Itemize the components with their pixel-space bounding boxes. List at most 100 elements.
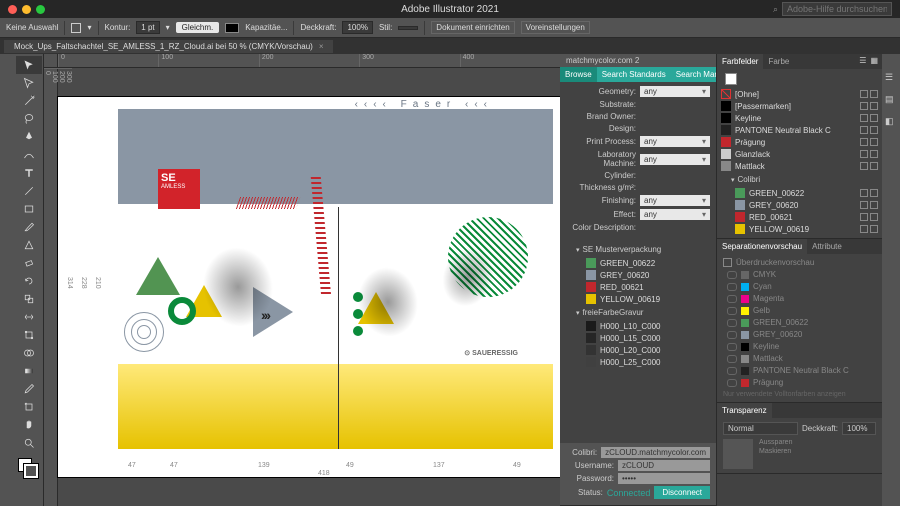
disconnect-button[interactable]: Disconnect	[654, 486, 710, 499]
overprint-checkbox-row[interactable]: Überdruckenvorschau	[723, 258, 876, 267]
visibility-toggle-icon[interactable]	[727, 307, 737, 315]
swatch-row[interactable]: Mattlack	[721, 161, 878, 171]
type-tool[interactable]	[16, 164, 42, 182]
swatch-row[interactable]: YELLOW_00619	[586, 294, 710, 304]
visibility-toggle-icon[interactable]	[727, 367, 737, 375]
swatch-row[interactable]: GREEN_00622	[586, 258, 710, 268]
width-tool[interactable]	[16, 308, 42, 326]
swatch-row[interactable]: GREEN_00622	[735, 188, 878, 198]
mmc-tab-browse[interactable]: Browse	[560, 67, 597, 82]
visibility-toggle-icon[interactable]	[727, 343, 737, 351]
tab-attribute[interactable]: Attribute	[807, 239, 847, 254]
visibility-toggle-icon[interactable]	[727, 319, 737, 327]
visibility-toggle-icon[interactable]	[727, 379, 737, 387]
rectangle-tool[interactable]	[16, 200, 42, 218]
swatch-row[interactable]: RED_00621	[586, 282, 710, 292]
artboard-tool[interactable]	[16, 398, 42, 416]
kapazitaet-swatch[interactable]	[225, 23, 239, 33]
opacity-input[interactable]: 100%	[342, 21, 372, 34]
separation-row[interactable]: Magenta	[727, 294, 872, 303]
preferences-button[interactable]: Voreinstellungen	[521, 21, 590, 34]
checkbox-icon[interactable]	[723, 258, 732, 267]
visibility-toggle-icon[interactable]	[727, 295, 737, 303]
aussparen-checkbox[interactable]: Aussparen	[759, 439, 792, 446]
farb-group-header[interactable]: Colibri	[721, 173, 878, 186]
swatch-row[interactable]: H000_L10_C000	[586, 321, 710, 331]
visibility-toggle-icon[interactable]	[727, 283, 737, 291]
swatch-row[interactable]: H000_L25_C000	[586, 357, 710, 367]
close-window-button[interactable]	[8, 5, 17, 14]
rotate-tool[interactable]	[16, 272, 42, 290]
direct-selection-tool[interactable]	[16, 74, 42, 92]
minimize-window-button[interactable]	[22, 5, 31, 14]
grid-view-icon[interactable]: ▦	[870, 56, 878, 67]
swatch-row[interactable]: GREY_00620	[735, 200, 878, 210]
style-select[interactable]	[398, 26, 418, 30]
tab-farbe[interactable]: Farbe	[763, 54, 794, 69]
close-tab-icon[interactable]: ×	[319, 42, 324, 51]
paintbrush-tool[interactable]	[16, 218, 42, 236]
separation-row[interactable]: CMYK	[727, 270, 872, 279]
mmc-select[interactable]: any▾	[640, 195, 710, 206]
properties-icon[interactable]: ☰	[885, 72, 897, 84]
swatch-row[interactable]: PANTONE Neutral Black C	[721, 125, 878, 135]
swatch-row[interactable]: [Ohne]	[721, 89, 878, 99]
separation-row[interactable]: Mattlack	[727, 354, 872, 363]
swatch-row[interactable]: H000_L20_C000	[586, 345, 710, 355]
chevron-down-icon[interactable]: ▾	[166, 23, 170, 32]
mmc-select[interactable]: any▾	[640, 86, 710, 97]
swatch-row[interactable]: RED_00621	[735, 212, 878, 222]
shaper-tool[interactable]	[16, 236, 42, 254]
gradient-tool[interactable]	[16, 362, 42, 380]
mini-swatch[interactable]	[725, 73, 737, 85]
zoom-tool[interactable]	[16, 434, 42, 452]
separation-row[interactable]: Gelb	[727, 306, 872, 315]
mmc-select[interactable]: any▾	[640, 136, 710, 147]
hand-tool[interactable]	[16, 416, 42, 434]
eyedropper-tool[interactable]	[16, 380, 42, 398]
document-tab[interactable]: Mock_Ups_Faltschachtel_SE_AMLESS_1_RZ_Cl…	[4, 40, 333, 53]
separation-row[interactable]: GREEN_00622	[727, 318, 872, 327]
stroke-swatch[interactable]	[24, 464, 38, 478]
tab-separationen[interactable]: Separationenvorschau	[717, 239, 807, 254]
swatch-row[interactable]: H000_L15_C000	[586, 333, 710, 343]
separation-row[interactable]: Cyan	[727, 282, 872, 291]
square-icon[interactable]	[71, 23, 81, 33]
tab-farbfelder[interactable]: Farbfelder	[717, 54, 763, 69]
maximize-window-button[interactable]	[36, 5, 45, 14]
list-view-icon[interactable]: ☰	[859, 56, 866, 67]
login-pass-value[interactable]: •••••	[618, 473, 710, 484]
login-colibri-value[interactable]: zCLOUD.matchmycolor.com	[601, 447, 710, 458]
login-user-value[interactable]: zCLOUD	[618, 460, 710, 471]
libraries-icon[interactable]: ▤	[885, 94, 897, 106]
magic-wand-tool[interactable]	[16, 92, 42, 110]
swatch-group-header[interactable]: SE Musterverpackung	[566, 243, 710, 256]
separation-row[interactable]: PANTONE Neutral Black C	[727, 366, 872, 375]
selection-tool[interactable]	[16, 56, 42, 74]
swatch-row[interactable]: Prägung	[721, 137, 878, 147]
doc-setup-button[interactable]: Dokument einrichten	[431, 21, 514, 34]
swatch-row[interactable]: YELLOW_00619	[735, 224, 878, 234]
tab-transparenz[interactable]: Transparenz	[717, 403, 772, 418]
artboard-viewport[interactable]: ‹‹‹‹ Faser ‹‹‹ SE AMLESS	[58, 68, 560, 506]
visibility-toggle-icon[interactable]	[727, 271, 737, 279]
swatch-group-header[interactable]: freieFarbeGravur	[566, 306, 710, 319]
mmc-select[interactable]: any▾	[640, 154, 710, 165]
stroke-weight-input[interactable]: 1 pt	[136, 21, 159, 34]
help-search-input[interactable]	[782, 2, 892, 16]
scale-tool[interactable]	[16, 290, 42, 308]
curvature-tool[interactable]	[16, 146, 42, 164]
mmc-tab-standards[interactable]: Search Standards	[597, 67, 671, 82]
chevron-down-icon[interactable]: ▾	[87, 23, 91, 32]
blend-mode-select[interactable]: Normal	[723, 422, 798, 435]
free-transform-tool[interactable]	[16, 326, 42, 344]
swatch-row[interactable]: GREY_00620	[586, 270, 710, 280]
fill-stroke-control[interactable]	[14, 456, 43, 482]
swatch-row[interactable]: Keyline	[721, 113, 878, 123]
separation-row[interactable]: Keyline	[727, 342, 872, 351]
visibility-toggle-icon[interactable]	[727, 331, 737, 339]
separation-row[interactable]: Prägung	[727, 378, 872, 387]
swatch-row[interactable]: Glanzlack	[721, 149, 878, 159]
pen-tool[interactable]	[16, 128, 42, 146]
separation-row[interactable]: GREY_00620	[727, 330, 872, 339]
